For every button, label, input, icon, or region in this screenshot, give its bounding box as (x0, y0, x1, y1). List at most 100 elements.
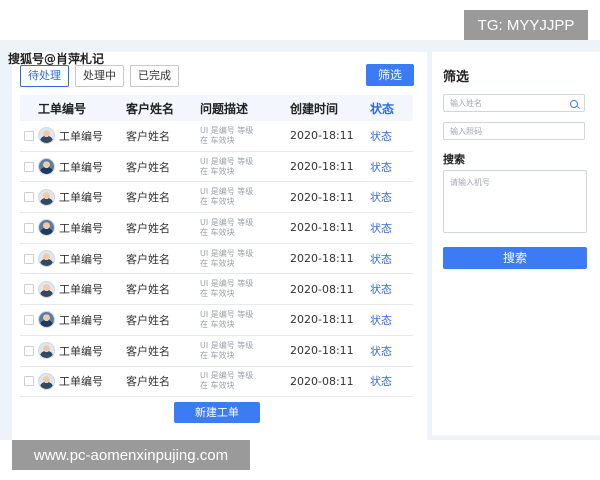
created-time: 2020-18:11 (290, 129, 354, 143)
status-link[interactable]: 状态 (370, 373, 410, 389)
table-row[interactable]: 工单编号 客户姓名 UI 是编号 等级在 车效块 2020-08:11 状态 (20, 367, 413, 398)
issue-desc-line1: UI 是编号 等级 (200, 217, 254, 227)
column-header-id: 工单编号 (38, 101, 87, 116)
table-row[interactable]: 工单编号 客户姓名 UI 是编号 等级在 车效块 2020-18:11 状态 (20, 244, 413, 275)
avatar (38, 311, 55, 329)
row-checkbox[interactable] (24, 130, 34, 141)
issue-desc-line2: 在 车效块 (200, 381, 235, 391)
issue-desc-line1: UI 是编号 等级 (200, 371, 254, 381)
ticket-id: 工单编号 (59, 160, 103, 174)
issue-desc-line1: UI 是编号 等级 (200, 125, 254, 135)
status-link[interactable]: 状态 (370, 128, 410, 144)
avatar (38, 127, 55, 145)
created-time: 2020-08:11 (290, 374, 354, 388)
issue-desc-line2: 在 车效块 (200, 227, 235, 237)
column-header-time: 创建时间 (290, 101, 339, 116)
ticket-id: 工单编号 (59, 129, 103, 143)
row-checkbox[interactable] (24, 376, 34, 387)
issue-desc-line2: 在 车效块 (200, 166, 235, 176)
customer-name: 客户姓名 (126, 160, 170, 174)
issue-desc-line2: 在 车效块 (200, 289, 235, 299)
ticket-id: 工单编号 (59, 375, 103, 389)
search-button[interactable]: 搜索 (443, 247, 587, 269)
issue-desc-line1: UI 是编号 等级 (200, 309, 254, 319)
row-checkbox[interactable] (24, 192, 34, 203)
id-input-placeholder: 输入照码 (450, 127, 482, 136)
created-time: 2020-18:11 (290, 313, 354, 327)
status-link[interactable]: 状态 (370, 220, 410, 236)
ticket-id: 工单编号 (59, 191, 103, 205)
tab-pending[interactable]: 待处理 (20, 65, 69, 87)
avatar (38, 342, 55, 360)
ticket-table: 工单编号 客户姓名 问题描述 创建时间 状态 工单编号 客户姓名 UI 是编号 … (20, 95, 413, 398)
customer-name: 客户姓名 (126, 375, 170, 389)
table-row[interactable]: 工单编号 客户姓名 UI 是编号 等级在 车效块 2020-18:11 状态 (20, 152, 413, 183)
ticket-id: 工单编号 (59, 344, 103, 358)
table-row[interactable]: 工单编号 客户姓名 UI 是编号 等级在 车效块 2020-18:11 状态 (20, 182, 413, 214)
row-checkbox[interactable] (24, 161, 34, 172)
row-checkbox[interactable] (24, 345, 34, 356)
status-link[interactable]: 状态 (370, 159, 410, 175)
new-ticket-button[interactable]: 新建工单 (174, 402, 260, 423)
ticket-id: 工单编号 (59, 313, 103, 327)
watermark-bottom: www.pc-aomenxinpujing.com (12, 440, 250, 470)
table-row[interactable]: 工单编号 客户姓名 UI 是编号 等级在 车效块 2020-08:11 状态 (20, 274, 413, 306)
tab-processing[interactable]: 处理中 (75, 65, 124, 87)
table-row[interactable]: 工单编号 客户姓名 UI 是编号 等级在 车效块 2020-18:11 状态 (20, 305, 413, 336)
avatar (38, 372, 55, 390)
watermark-top: TG: MYYJJPP (464, 10, 588, 40)
avatar (38, 280, 55, 298)
issue-desc-line1: UI 是编号 等级 (200, 248, 254, 258)
status-tabs: 待处理 处理中 已完成 (20, 65, 179, 87)
status-link[interactable]: 状态 (370, 251, 410, 267)
status-link[interactable]: 状态 (370, 189, 410, 205)
avatar (38, 219, 55, 237)
issue-desc-line1: UI 是编号 等级 (200, 156, 254, 166)
ticket-id: 工单编号 (59, 283, 103, 297)
ticket-id: 工单编号 (59, 221, 103, 235)
column-header-status: 状态 (370, 101, 395, 116)
created-time: 2020-08:11 (290, 282, 354, 296)
avatar (38, 188, 55, 206)
issue-desc-line1: UI 是编号 等级 (200, 279, 254, 289)
row-checkbox[interactable] (24, 314, 34, 325)
table-row[interactable]: 工单编号 客户姓名 UI 是编号 等级在 车效块 2020-18:11 状态 (20, 213, 413, 244)
status-link[interactable]: 状态 (370, 343, 410, 359)
table-header: 工单编号 客户姓名 问题描述 创建时间 状态 (20, 95, 413, 121)
table-row[interactable]: 工单编号 客户姓名 UI 是编号 等级在 车效块 2020-18:11 状态 (20, 336, 413, 367)
status-link[interactable]: 状态 (370, 281, 410, 297)
phone-textarea-placeholder: 请输入机号 (450, 178, 490, 187)
customer-name: 客户姓名 (126, 313, 170, 327)
created-time: 2020-18:11 (290, 252, 354, 266)
row-checkbox[interactable] (24, 253, 34, 264)
avatar (38, 158, 55, 176)
name-search-input[interactable]: 输入姓名 (443, 94, 585, 112)
column-header-desc: 问题描述 (200, 101, 249, 116)
customer-name: 客户姓名 (126, 344, 170, 358)
name-input-placeholder: 输入姓名 (450, 99, 482, 108)
status-link[interactable]: 状态 (370, 312, 410, 328)
customer-name: 客户姓名 (126, 129, 170, 143)
created-time: 2020-18:11 (290, 221, 354, 235)
id-input[interactable]: 输入照码 (443, 122, 585, 140)
ticket-id: 工单编号 (59, 252, 103, 266)
search-section-label: 搜索 (443, 153, 465, 166)
column-header-name: 客户姓名 (126, 101, 175, 116)
created-time: 2020-18:11 (290, 190, 354, 204)
row-checkbox[interactable] (24, 284, 34, 295)
filter-button[interactable]: 筛选 (366, 64, 414, 86)
created-time: 2020-18:11 (290, 344, 354, 358)
table-row[interactable]: 工单编号 客户姓名 UI 是编号 等级在 车效块 2020-18:11 状态 (20, 121, 413, 152)
row-checkbox[interactable] (24, 222, 34, 233)
avatar (38, 250, 55, 268)
issue-desc-line1: UI 是编号 等级 (200, 187, 254, 197)
issue-desc-line2: 在 车效块 (200, 319, 235, 329)
tab-completed[interactable]: 已完成 (130, 65, 179, 87)
customer-name: 客户姓名 (126, 252, 170, 266)
filter-panel-title: 筛选 (443, 70, 470, 85)
phone-textarea[interactable]: 请输入机号 (443, 170, 587, 233)
issue-desc-line2: 在 车效块 (200, 135, 235, 145)
search-icon[interactable] (570, 100, 578, 108)
issue-desc-line2: 在 车效块 (200, 350, 235, 360)
customer-name: 客户姓名 (126, 283, 170, 297)
